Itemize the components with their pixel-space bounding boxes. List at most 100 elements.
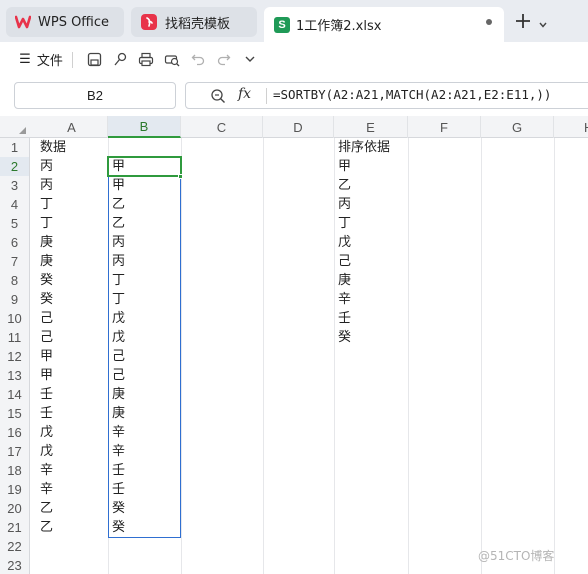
cell-e5[interactable]: 丁 xyxy=(334,214,408,233)
cell-b9[interactable]: 丁 xyxy=(108,290,181,309)
cell-a9[interactable]: 癸 xyxy=(36,290,108,309)
formula-input[interactable]: =SORTBY(A2:A21,MATCH(A2:A21,E2:E11,)) xyxy=(273,87,551,102)
col-header-e[interactable]: E xyxy=(334,116,408,138)
cell-a18[interactable]: 辛 xyxy=(36,461,108,480)
cell-e13[interactable] xyxy=(334,366,408,385)
col-header-b[interactable]: B xyxy=(108,116,181,138)
tab-wps-office[interactable]: WPS Office xyxy=(6,7,124,37)
row-header[interactable]: 18 xyxy=(0,461,30,480)
cell-a15[interactable]: 壬 xyxy=(36,404,108,423)
cell-a13[interactable]: 甲 xyxy=(36,366,108,385)
cell-b17[interactable]: 辛 xyxy=(108,442,181,461)
cell-b18[interactable]: 壬 xyxy=(108,461,181,480)
cell-e9[interactable]: 辛 xyxy=(334,290,408,309)
cell-e1[interactable]: 排序依据 xyxy=(334,138,408,157)
spreadsheet-grid[interactable]: A B C D E F G H 1数据排序依据2丙甲甲3丙甲乙4丁乙丙5丁乙丁6… xyxy=(0,116,588,574)
cell-b10[interactable]: 戊 xyxy=(108,309,181,328)
undo-icon[interactable] xyxy=(188,48,208,70)
cell-b14[interactable]: 庚 xyxy=(108,385,181,404)
cell-a14[interactable]: 壬 xyxy=(36,385,108,404)
chevron-down-icon[interactable] xyxy=(538,15,548,28)
cell-b19[interactable]: 壬 xyxy=(108,480,181,499)
row-header[interactable]: 23 xyxy=(0,556,30,574)
cell-e16[interactable] xyxy=(334,423,408,442)
cell-a1[interactable]: 数据 xyxy=(36,138,108,157)
row-header[interactable]: 16 xyxy=(0,423,30,442)
row-header[interactable]: 1 xyxy=(0,138,30,157)
row-header[interactable]: 6 xyxy=(0,233,30,252)
row-header[interactable]: 2 xyxy=(0,157,30,176)
row-header[interactable]: 12 xyxy=(0,347,30,366)
col-header-d[interactable]: D xyxy=(263,116,334,138)
cell-e22[interactable] xyxy=(334,537,408,556)
cell-b7[interactable]: 丙 xyxy=(108,252,181,271)
cell-a3[interactable]: 丙 xyxy=(36,176,108,195)
more-chevron-down-icon[interactable] xyxy=(240,48,260,70)
save-icon[interactable] xyxy=(84,48,104,70)
cell-b22[interactable] xyxy=(108,537,181,556)
cell-a20[interactable]: 乙 xyxy=(36,499,108,518)
row-header[interactable]: 17 xyxy=(0,442,30,461)
fx-function-icon[interactable]: fx xyxy=(238,86,251,102)
new-tab-plus-icon[interactable] xyxy=(514,12,532,30)
cell-b12[interactable]: 己 xyxy=(108,347,181,366)
print-preview-icon[interactable] xyxy=(162,48,182,70)
cell-e18[interactable] xyxy=(334,461,408,480)
cell-a4[interactable]: 丁 xyxy=(36,195,108,214)
redo-icon[interactable] xyxy=(214,48,234,70)
cell-a12[interactable]: 甲 xyxy=(36,347,108,366)
tab-docer-templates[interactable]: 找稻壳模板 xyxy=(131,7,257,37)
cell-a17[interactable]: 戊 xyxy=(36,442,108,461)
cell-a23[interactable] xyxy=(36,556,108,574)
cell-b21[interactable]: 癸 xyxy=(108,518,181,537)
cell-e20[interactable] xyxy=(334,499,408,518)
row-header[interactable]: 9 xyxy=(0,290,30,309)
print-icon[interactable] xyxy=(136,48,156,70)
cell-b4[interactable]: 乙 xyxy=(108,195,181,214)
cell-e14[interactable] xyxy=(334,385,408,404)
select-all-corner[interactable] xyxy=(0,116,30,138)
cell-e3[interactable]: 乙 xyxy=(334,176,408,195)
cell-a19[interactable]: 辛 xyxy=(36,480,108,499)
unsaved-dot-icon[interactable] xyxy=(486,19,492,25)
row-header[interactable]: 8 xyxy=(0,271,30,290)
row-header[interactable]: 19 xyxy=(0,480,30,499)
col-header-h[interactable]: H xyxy=(554,116,588,138)
fill-handle[interactable] xyxy=(178,174,183,179)
cell-e15[interactable] xyxy=(334,404,408,423)
cell-b20[interactable]: 癸 xyxy=(108,499,181,518)
cell-e8[interactable]: 庚 xyxy=(334,271,408,290)
cell-b23[interactable] xyxy=(108,556,181,574)
cell-e12[interactable] xyxy=(334,347,408,366)
cell-b3[interactable]: 甲 xyxy=(108,176,181,195)
tab-workbook[interactable]: S 1工作簿2.xlsx xyxy=(264,7,504,42)
cell-b1[interactable] xyxy=(108,138,181,157)
cell-a8[interactable]: 癸 xyxy=(36,271,108,290)
cell-a10[interactable]: 己 xyxy=(36,309,108,328)
zoom-search-icon[interactable] xyxy=(210,88,226,104)
cell-a22[interactable] xyxy=(36,537,108,556)
row-header[interactable]: 20 xyxy=(0,499,30,518)
row-header[interactable]: 14 xyxy=(0,385,30,404)
row-header[interactable]: 22 xyxy=(0,537,30,556)
row-header[interactable]: 10 xyxy=(0,309,30,328)
cell-a2[interactable]: 丙 xyxy=(36,157,108,176)
cell-a7[interactable]: 庚 xyxy=(36,252,108,271)
cell-e4[interactable]: 丙 xyxy=(334,195,408,214)
cell-e19[interactable] xyxy=(334,480,408,499)
cell-b15[interactable]: 庚 xyxy=(108,404,181,423)
col-header-f[interactable]: F xyxy=(408,116,481,138)
cell-e2[interactable]: 甲 xyxy=(334,157,408,176)
row-header[interactable]: 21 xyxy=(0,518,30,537)
cell-b2[interactable]: 甲 xyxy=(108,157,181,176)
cell-a5[interactable]: 丁 xyxy=(36,214,108,233)
cell-e17[interactable] xyxy=(334,442,408,461)
cell-a6[interactable]: 庚 xyxy=(36,233,108,252)
cell-e7[interactable]: 己 xyxy=(334,252,408,271)
cell-e10[interactable]: 壬 xyxy=(334,309,408,328)
col-header-a[interactable]: A xyxy=(36,116,108,138)
cell-e6[interactable]: 戊 xyxy=(334,233,408,252)
cell-b13[interactable]: 己 xyxy=(108,366,181,385)
row-header[interactable]: 5 xyxy=(0,214,30,233)
row-header[interactable]: 4 xyxy=(0,195,30,214)
